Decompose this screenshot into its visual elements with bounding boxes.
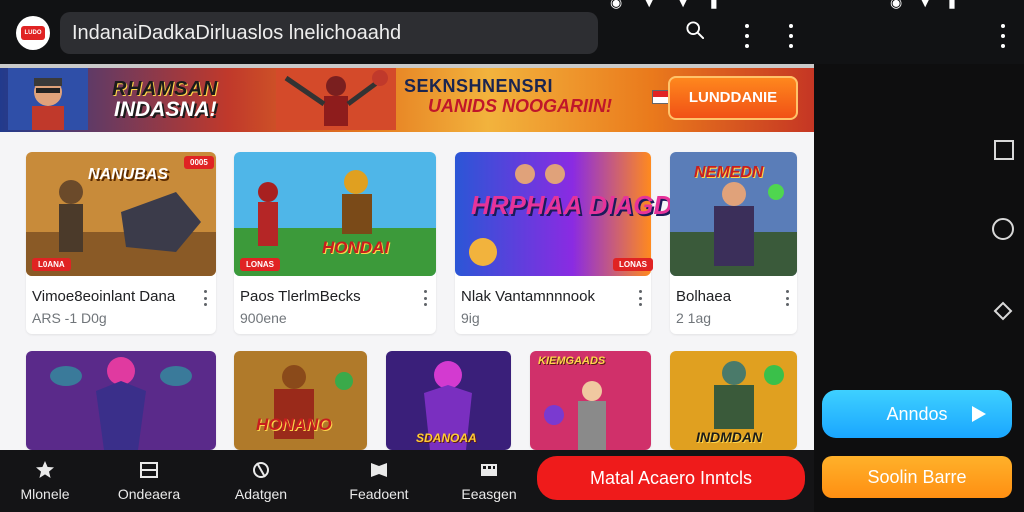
thumbnail-title: NANUBAS (88, 166, 168, 183)
game-title: Bolhaea (676, 288, 732, 305)
thumbnail-title: HONANO (256, 415, 332, 434)
action-button-label: Anndos (886, 404, 948, 424)
star-icon (36, 461, 54, 478)
back-icon[interactable] (991, 299, 1015, 323)
banner-subheadline: UANIDS NOOGARIIN! (428, 96, 612, 116)
home-icon[interactable] (991, 217, 1015, 241)
game-card[interactable]: KIEMGAADS (530, 351, 651, 450)
status-badge: LONAS (613, 258, 653, 271)
wifi-icon: ◉ (610, 0, 623, 10)
apps-icon (481, 464, 497, 476)
status-badge: L0ANA (32, 258, 71, 271)
status-bar-icons-right: ◉ ▼ ▮ (890, 0, 956, 11)
recent-apps-icon[interactable] (993, 139, 1015, 161)
game-card[interactable]: SDANOAA (386, 351, 511, 450)
play-icon (972, 406, 986, 422)
primary-action-button[interactable]: Matal Acaero Inntcls (537, 456, 805, 500)
more-options-icon[interactable] (744, 24, 750, 48)
status-badge: LONAS (240, 258, 280, 271)
game-title: Vimoe8eoinlant Dana (32, 288, 176, 305)
more-options-icon[interactable] (204, 290, 208, 306)
banner-cta-button[interactable]: LUNDDANIE (668, 76, 798, 120)
overflow-menu-icon[interactable] (788, 24, 794, 48)
status-badge: 0005 (184, 156, 214, 169)
nav-item-categories[interactable]: Ondeaera (104, 450, 194, 512)
nav-item-books[interactable]: Feadoent (334, 450, 424, 512)
logo-label: LUDO (21, 26, 45, 40)
status-bar-icons: ◉ ▼ ▼ ▮ (610, 0, 718, 11)
thumbnail-title: HRPHAA DIAGD (471, 190, 673, 220)
banner-subtitle: INDASNA! (114, 98, 217, 121)
nav-label: Ondeaera (117, 486, 181, 502)
system-menu-icon[interactable] (1000, 24, 1006, 48)
signal-icon: ▼ (642, 0, 657, 10)
battery-icon: ▮ (709, 0, 718, 10)
game-meta: 900ene (240, 310, 287, 326)
game-card[interactable]: NANUBAS 0005 L0ANA Vimoe8eoinlant Dana A… (26, 152, 216, 334)
thumbnail-title: SDANOAA (416, 431, 477, 445)
game-meta: 2 1ag (676, 310, 712, 326)
game-card[interactable]: NEMEDN Bolhaea 2 1ag (670, 152, 797, 334)
nav-label: Feadoent (349, 486, 409, 502)
more-options-icon[interactable] (639, 290, 643, 306)
game-thumbnail[interactable] (234, 351, 367, 450)
action-button-orange[interactable]: Soolin Barre (822, 456, 1012, 498)
nav-label: Eeasgen (461, 486, 517, 502)
signal-icon: ▼ (676, 0, 690, 10)
game-card[interactable]: INDMDAN (670, 351, 797, 450)
search-icon[interactable] (686, 21, 704, 39)
game-card[interactable]: HONANO (234, 351, 367, 450)
nav-item-home[interactable]: Mlonele (0, 450, 90, 512)
game-card[interactable] (26, 351, 216, 450)
thumbnail-title: INDMDAN (696, 429, 763, 445)
grid-icon (140, 462, 158, 478)
search-input[interactable]: IndanaiDadkaDirluaslos lnelichoaahd (60, 12, 598, 54)
game-thumbnail[interactable] (26, 351, 216, 450)
battery-icon: ▮ (948, 0, 956, 10)
signal-icon: ◉ (890, 0, 903, 10)
thumbnail-title: HONDAI (322, 238, 390, 257)
signal-icon: ▼ (918, 0, 933, 10)
book-icon (371, 463, 387, 477)
banner-headline: SEKNSHNENSRI (404, 76, 554, 96)
nav-item-games[interactable]: Adatgen (216, 450, 306, 512)
banner-hero-illustration (8, 68, 88, 130)
more-options-icon[interactable] (786, 290, 790, 306)
system-side-panel (814, 64, 1024, 512)
game-title: Paos TlerlmBecks (240, 288, 361, 305)
game-card[interactable]: HONDAI LONAS Paos TlerlmBecks 900ene (234, 152, 436, 334)
banner-warrior-illustration (276, 68, 396, 130)
nav-item-apps[interactable]: Eeasgen (444, 450, 534, 512)
thumbnail-title: NEMEDN (694, 164, 764, 181)
nav-label: Adatgen (234, 486, 288, 502)
banner-divider (0, 64, 814, 68)
game-meta: ARS -1 D0g (32, 310, 107, 326)
gamepad-icon (253, 462, 269, 478)
game-title: Nlak Vantamnnnook (461, 288, 595, 305)
game-card[interactable]: HRPHAA DIAGD LONAS Nlak Vantamnnnook 9ig (455, 152, 672, 334)
app-logo[interactable]: LUDO (16, 16, 50, 50)
nav-label: Mlonele (20, 486, 70, 502)
action-button-blue[interactable]: Anndos (822, 390, 1012, 438)
thumbnail-title: KIEMGAADS (538, 355, 606, 367)
game-meta: 9ig (461, 310, 480, 326)
more-options-icon[interactable] (424, 290, 428, 306)
